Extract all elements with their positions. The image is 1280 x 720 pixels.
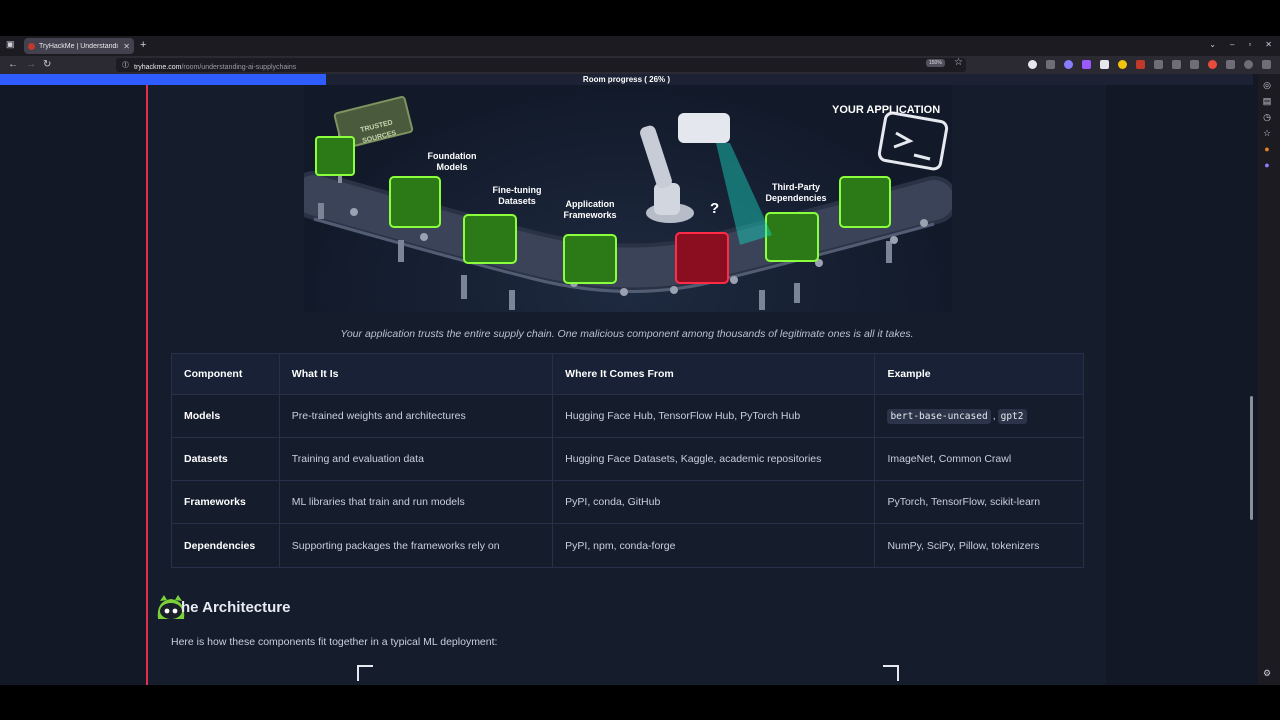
page-viewport: Room progress ( 26% ) TRUSTED SOURCES Fo…: [0, 74, 1253, 685]
inline-code: bert-base-uncased: [887, 408, 991, 424]
tab-title: TryHackMe | Understandi: [39, 42, 118, 50]
table-cell: Training and evaluation data: [280, 438, 554, 480]
room-progress-label: Room progress ( 26% ): [582, 75, 671, 84]
extension-icon[interactable]: [1190, 60, 1199, 69]
diagram-corner-top-left: [357, 665, 373, 681]
bookmark-star-icon[interactable]: ☆: [954, 57, 963, 68]
site-info-icon[interactable]: ⓵: [122, 60, 129, 70]
diagram-corner-top-right: [883, 665, 899, 681]
tryhackme-favicon-icon: [28, 42, 35, 50]
table-cell: PyPI, conda, GitHub: [553, 481, 876, 523]
table-cell: Supporting packages the frameworks rely …: [280, 524, 554, 567]
table-cell: NumPy, SciPy, Pillow, tokenizers: [887, 539, 1040, 552]
section-intro: Here is how these components fit togethe…: [171, 636, 498, 648]
extension-icon[interactable]: [1136, 60, 1145, 69]
task-content: TRUSTED SOURCES Foundation Models Fine-t…: [148, 85, 1106, 685]
settings-gear-icon[interactable]: [1244, 60, 1253, 69]
address-bar[interactable]: ⓵ tryhackme.com/room/understanding-ai-su…: [116, 58, 966, 72]
window-controls: ⌄ – ▫ ✕: [1209, 40, 1272, 49]
tab-bar: ▣ TryHackMe | Understandi ✕ + ⌄ – ▫ ✕: [0, 36, 1280, 56]
table-cell: Frameworks: [172, 481, 280, 523]
minimize-icon[interactable]: –: [1230, 40, 1234, 49]
new-tab-icon[interactable]: +: [140, 39, 146, 51]
image-caption: Your application trusts the entire suppl…: [340, 328, 914, 340]
table-cell: Datasets: [172, 438, 280, 480]
extension-icon[interactable]: [1064, 60, 1073, 69]
table-row: Datasets Training and evaluation data Hu…: [172, 438, 1083, 481]
section-heading: he Architecture: [181, 599, 291, 616]
table-cell: Hugging Face Hub, TensorFlow Hub, PyTorc…: [553, 395, 876, 437]
finetuning-datasets-label: Fine-tuning Datasets: [492, 185, 542, 206]
table-cell: Pre-trained weights and architectures: [280, 395, 554, 437]
extension-icon[interactable]: [1226, 60, 1235, 69]
your-application-label: YOUR APPLICATION: [832, 104, 941, 116]
close-tab-icon[interactable]: ✕: [123, 42, 130, 51]
application-frameworks-label: Application Frameworks: [563, 199, 617, 220]
url-host: tryhackme.com: [134, 64, 182, 71]
nav-bar: ← → ↻ ⓵ tryhackme.com/room/understanding…: [0, 56, 1280, 74]
reload-icon[interactable]: ↻: [43, 59, 51, 70]
chevron-down-icon[interactable]: ⌄: [1209, 40, 1216, 49]
supply-chain-illustration: TRUSTED SOURCES Foundation Models Fine-t…: [304, 85, 952, 312]
customize-sidebar-icon[interactable]: ⚙: [1262, 668, 1272, 678]
table-cell: PyTorch, TensorFlow, scikit-learn: [887, 496, 1041, 508]
close-window-icon[interactable]: ✕: [1265, 40, 1272, 49]
table-header-cell: Where It Comes From: [553, 354, 876, 394]
extension-icon[interactable]: [1154, 60, 1163, 69]
extension-sidebar-icon[interactable]: ●: [1262, 160, 1272, 170]
ai-chat-icon[interactable]: ◎: [1262, 80, 1272, 90]
table-cell: bert-base-uncased, gpt2: [875, 395, 1083, 437]
extension-sidebar-icon[interactable]: ●: [1262, 144, 1272, 154]
room-progress-bar: Room progress ( 26% ): [0, 74, 1253, 85]
extension-toolbar: [1028, 60, 1271, 69]
table-cell: ML libraries that train and run models: [280, 481, 554, 523]
sidebar-toggle-icon[interactable]: [1100, 60, 1109, 69]
bookmarks-icon[interactable]: ☆: [1262, 128, 1272, 138]
scrollbar-thumb[interactable]: [1250, 396, 1253, 520]
table-row: Models Pre-trained weights and architect…: [172, 395, 1083, 438]
table-header-cell: Component: [172, 354, 280, 394]
extension-icon[interactable]: [1118, 60, 1127, 69]
tab-list-icon[interactable]: ▣: [6, 40, 15, 49]
table-row: Dependencies Supporting packages the fra…: [172, 524, 1083, 567]
foundation-models-label: Foundation Models: [427, 151, 477, 172]
maximize-icon[interactable]: ▫: [1248, 40, 1251, 49]
question-mark: ?: [710, 200, 720, 217]
url-path: /room/understanding-ai-supplychains: [181, 64, 297, 71]
extension-icon[interactable]: [1208, 60, 1217, 69]
tab-active[interactable]: TryHackMe | Understandi ✕: [24, 38, 134, 54]
screen: ▣ TryHackMe | Understandi ✕ + ⌄ – ▫ ✕ ← …: [0, 0, 1280, 720]
extension-icon[interactable]: [1172, 60, 1181, 69]
table-header-row: Component What It Is Where It Comes From…: [172, 354, 1083, 395]
table-cell: Dependencies: [172, 524, 280, 567]
browser-sidebar: ◎ ▤ ◷ ☆ ● ● ⚙: [1258, 74, 1280, 685]
extension-icon[interactable]: [1028, 60, 1037, 69]
menu-icon[interactable]: [1262, 60, 1271, 69]
table-header-cell: What It Is: [280, 354, 554, 394]
table-row: Frameworks ML libraries that train and r…: [172, 481, 1083, 524]
third-party-dependencies-label: Third-Party Dependencies: [765, 182, 827, 203]
table-cell: Hugging Face Datasets, Kaggle, academic …: [553, 438, 876, 480]
extension-icon[interactable]: [1082, 60, 1091, 69]
history-icon[interactable]: ◷: [1262, 112, 1272, 122]
extension-icon[interactable]: [1046, 60, 1055, 69]
zoom-indicator[interactable]: 150%: [926, 59, 945, 67]
table-cell: ImageNet, Common Crawl: [887, 453, 1012, 465]
back-icon[interactable]: ←: [8, 59, 18, 70]
inline-code: gpt2: [997, 408, 1027, 424]
table-header-cell: Example: [887, 368, 931, 380]
synced-tabs-icon[interactable]: ▤: [1262, 96, 1272, 106]
table-cell: Models: [172, 395, 280, 437]
table-cell: PyPI, npm, conda-forge: [553, 524, 876, 567]
forward-icon[interactable]: →: [26, 59, 36, 70]
components-table: Component What It Is Where It Comes From…: [171, 353, 1084, 568]
